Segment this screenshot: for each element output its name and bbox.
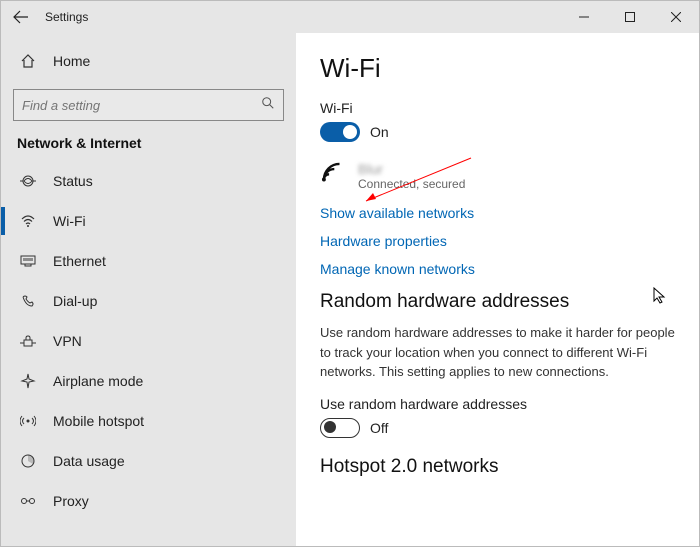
wifi-signal-icon <box>320 160 346 191</box>
sidebar-item-ethernet[interactable]: Ethernet <box>1 241 296 281</box>
main-panel: Wi-Fi Wi-Fi On Blur Connected, secured S… <box>296 33 699 546</box>
sidebar-item-airplane[interactable]: Airplane mode <box>1 361 296 401</box>
random-hw-toggle-row: Off <box>320 418 675 438</box>
sidebar-section-header: Network & Internet <box>1 131 296 161</box>
wifi-toggle-row: On <box>320 122 675 142</box>
connection-status: Connected, secured <box>358 177 465 191</box>
window-title: Settings <box>45 10 88 24</box>
sidebar-item-label: Dial-up <box>53 293 97 309</box>
ethernet-icon <box>19 252 37 270</box>
page-title: Wi-Fi <box>320 53 675 84</box>
maximize-icon <box>625 12 635 22</box>
sidebar-item-wifi[interactable]: Wi-Fi <box>1 201 296 241</box>
content-area: Home Network & Internet Status Wi-Fi <box>1 33 699 546</box>
cutoff-heading: Hotspot 2.0 networks <box>320 456 675 478</box>
close-button[interactable] <box>653 1 699 33</box>
sidebar-item-label: Airplane mode <box>53 373 143 389</box>
sidebar-item-label: VPN <box>53 333 82 349</box>
random-hw-heading: Random hardware addresses <box>320 291 675 313</box>
vpn-icon <box>19 332 37 350</box>
home-icon <box>19 52 37 70</box>
sidebar-item-label: Ethernet <box>53 253 106 269</box>
search-box[interactable] <box>13 89 284 121</box>
arrow-left-icon <box>13 9 29 25</box>
proxy-icon <box>19 492 37 510</box>
wifi-toggle[interactable] <box>320 122 360 142</box>
wifi-section-label: Wi-Fi <box>320 100 675 116</box>
datausage-icon <box>19 452 37 470</box>
wifi-toggle-state: On <box>370 124 389 140</box>
sidebar-item-proxy[interactable]: Proxy <box>1 481 296 521</box>
sidebar-item-label: Proxy <box>53 493 89 509</box>
connection-ssid: Blur <box>358 161 465 177</box>
search-wrap <box>1 81 296 131</box>
connection-text: Blur Connected, secured <box>358 161 465 191</box>
sidebar-item-datausage[interactable]: Data usage <box>1 441 296 481</box>
minimize-button[interactable] <box>561 1 607 33</box>
hotspot-icon <box>19 412 37 430</box>
sidebar: Home Network & Internet Status Wi-Fi <box>1 33 296 546</box>
sidebar-item-vpn[interactable]: VPN <box>1 321 296 361</box>
random-hw-toggle-label: Use random hardware addresses <box>320 396 675 412</box>
random-hw-toggle-state: Off <box>370 420 388 436</box>
current-connection[interactable]: Blur Connected, secured <box>320 160 675 191</box>
dialup-icon <box>19 292 37 310</box>
sidebar-item-status[interactable]: Status <box>1 161 296 201</box>
sidebar-item-label: Wi-Fi <box>53 213 86 229</box>
sidebar-item-hotspot[interactable]: Mobile hotspot <box>1 401 296 441</box>
link-hardware-properties[interactable]: Hardware properties <box>320 233 675 249</box>
random-hw-toggle[interactable] <box>320 418 360 438</box>
settings-window: Settings Home Network & Internet Statu <box>0 0 700 547</box>
wifi-icon <box>19 212 37 230</box>
link-show-networks[interactable]: Show available networks <box>320 205 675 221</box>
airplane-icon <box>19 372 37 390</box>
sidebar-item-label: Data usage <box>53 453 125 469</box>
sidebar-nav: Status Wi-Fi Ethernet Dial-up VPN <box>1 161 296 521</box>
sidebar-item-label: Mobile hotspot <box>53 413 144 429</box>
status-icon <box>19 172 37 190</box>
maximize-button[interactable] <box>607 1 653 33</box>
close-icon <box>671 12 681 22</box>
titlebar: Settings <box>1 1 699 33</box>
search-icon <box>261 96 275 115</box>
sidebar-item-label: Status <box>53 173 93 189</box>
search-input[interactable] <box>22 98 261 113</box>
sidebar-home[interactable]: Home <box>1 41 296 81</box>
sidebar-item-dialup[interactable]: Dial-up <box>1 281 296 321</box>
link-manage-known[interactable]: Manage known networks <box>320 261 675 277</box>
random-hw-desc: Use random hardware addresses to make it… <box>320 323 675 382</box>
minimize-icon <box>579 12 589 22</box>
back-button[interactable] <box>1 1 41 33</box>
sidebar-home-label: Home <box>53 53 90 69</box>
